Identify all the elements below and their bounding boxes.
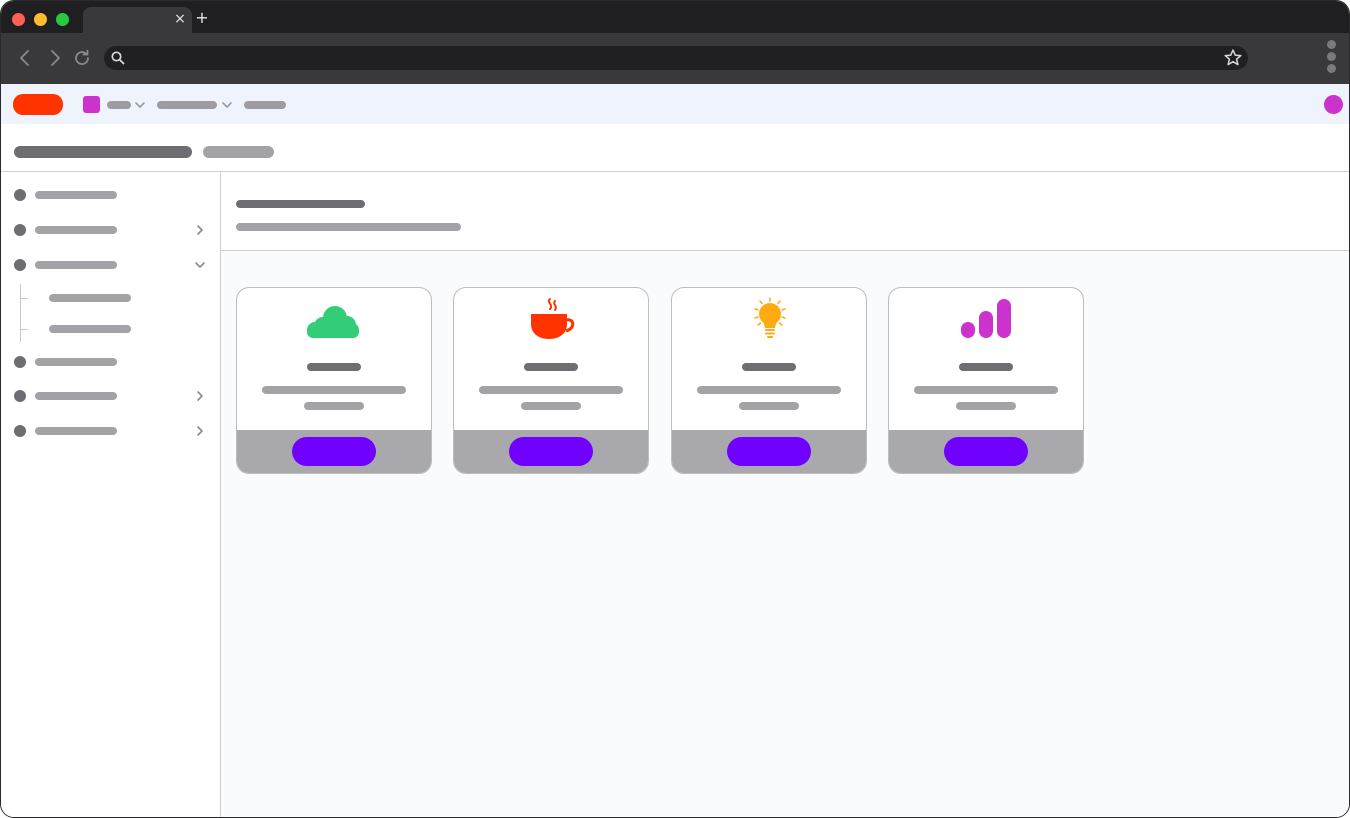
search-icon: [111, 51, 125, 65]
bar-chart-icon: [961, 299, 1011, 338]
sidebar-item-1[interactable]: [1, 180, 220, 210]
project-menu[interactable]: [157, 101, 217, 109]
section-description: [236, 223, 461, 231]
close-icon[interactable]: ×: [173, 11, 187, 27]
coffee-cup-icon: [531, 298, 575, 339]
brand-logo[interactable]: [13, 94, 63, 115]
header-nav-link[interactable]: [244, 101, 286, 109]
page-title-row: [1, 124, 1349, 172]
card-description: [956, 402, 1016, 410]
sidebar-item-5[interactable]: [1, 381, 220, 411]
card-title: [742, 363, 796, 371]
page-title: [14, 146, 192, 158]
avatar[interactable]: [1324, 95, 1343, 114]
sidebar-subitem-1[interactable]: [1, 284, 220, 312]
browser-toolbar: [1, 33, 1349, 84]
card-cloud: [236, 287, 432, 474]
close-window-button[interactable]: [12, 13, 25, 26]
card-description: [521, 402, 581, 410]
sidebar-item-icon: [14, 356, 26, 368]
sidebar-item-label: [35, 358, 117, 366]
card-description: [914, 386, 1058, 394]
card-title: [524, 363, 578, 371]
lightbulb-icon: [754, 297, 786, 338]
sidebar-item-icon: [14, 259, 26, 271]
sidebar-item-4[interactable]: [1, 347, 220, 377]
sidebar-item-2[interactable]: [1, 215, 220, 245]
card-action-button[interactable]: [509, 437, 593, 466]
card-description: [479, 386, 623, 394]
card-description: [262, 386, 406, 394]
card-lightbulb: [671, 287, 867, 474]
plus-icon[interactable]: +: [194, 9, 210, 27]
chevron-right-icon[interactable]: [194, 224, 206, 236]
workspace-menu[interactable]: [107, 101, 131, 109]
chevron-right-icon[interactable]: [194, 390, 206, 402]
chevron-right-icon[interactable]: [194, 425, 206, 437]
app-header: [1, 84, 1349, 124]
tab-strip: × +: [1, 1, 1349, 33]
card-description: [304, 402, 364, 410]
sidebar-item-label: [35, 261, 117, 269]
browser-tab[interactable]: ×: [83, 7, 192, 33]
cloud-icon: [307, 306, 359, 338]
card-title: [959, 363, 1013, 371]
card-bar-chart: [888, 287, 1084, 474]
sidebar-item-label: [35, 191, 117, 199]
sidebar-item-3[interactable]: [1, 250, 220, 280]
sidebar-item-6[interactable]: [1, 416, 220, 446]
sidebar-subitem-label: [49, 325, 131, 333]
card-title: [307, 363, 361, 371]
sidebar-item-icon: [14, 390, 26, 402]
maximize-window-button[interactable]: [56, 13, 69, 26]
card-description: [739, 402, 799, 410]
card-action-button[interactable]: [292, 437, 376, 466]
chevron-down-icon[interactable]: [134, 99, 146, 111]
card-footer: [454, 430, 648, 473]
sidebar-item-label: [35, 392, 117, 400]
chevron-down-icon[interactable]: [194, 259, 206, 271]
sidebar-item-label: [35, 226, 117, 234]
section-header: [221, 172, 1349, 251]
page-subtitle: [203, 146, 274, 158]
address-bar[interactable]: [104, 46, 1248, 70]
chevron-right-icon[interactable]: [44, 47, 66, 69]
minimize-window-button[interactable]: [34, 13, 47, 26]
card-action-button[interactable]: [944, 437, 1028, 466]
sidebar-subitem-2[interactable]: [1, 315, 220, 343]
sidebar-subitem-label: [49, 294, 131, 302]
sidebar-item-icon: [14, 425, 26, 437]
chevron-left-icon[interactable]: [14, 47, 36, 69]
sidebar-item-label: [35, 427, 117, 435]
card-coffee: [453, 287, 649, 474]
card-description: [697, 386, 841, 394]
browser-window: × +: [0, 0, 1350, 818]
card-footer: [672, 430, 866, 473]
star-icon[interactable]: [1222, 47, 1244, 69]
card-footer: [889, 430, 1083, 473]
card-footer: [237, 430, 431, 473]
sidebar: [1, 172, 221, 817]
main-content: [221, 172, 1349, 817]
chevron-down-icon[interactable]: [221, 99, 233, 111]
sidebar-item-icon: [14, 224, 26, 236]
workspace-icon: [83, 96, 100, 113]
reload-icon[interactable]: [71, 47, 93, 69]
section-title: [236, 200, 365, 208]
kebab-menu-icon[interactable]: [1325, 40, 1337, 74]
sidebar-item-icon: [14, 189, 26, 201]
card-action-button[interactable]: [727, 437, 811, 466]
